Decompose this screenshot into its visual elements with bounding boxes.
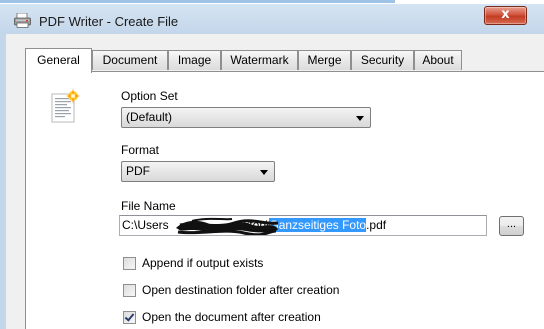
close-button[interactable]: x [484,6,527,25]
format-select[interactable]: PDF [121,161,275,182]
window-title: PDF Writer - Create File [39,14,179,29]
tab-document[interactable]: Document [92,50,168,70]
close-icon: x [501,7,510,22]
tab-about[interactable]: About [414,50,462,70]
general-tab-panel: Option Set (Default) Format PDF File Nam… [25,71,544,329]
open-document-checkbox[interactable] [123,311,136,324]
file-name-selection: Ganzseitiges Foto [269,218,367,232]
chevron-down-icon [260,170,268,175]
tab-watermark[interactable]: Watermark [221,50,298,70]
tab-security[interactable]: Security [351,50,414,70]
file-name-suffix: .pdf [366,218,387,232]
open-folder-checkbox[interactable] [123,284,136,297]
pdf-writer-window: PDF Writer - Create File x General Docum… [0,0,544,329]
redaction-scribble [176,217,279,235]
format-value: PDF [126,164,150,178]
file-name-label: File Name [121,199,176,213]
title-bar[interactable]: PDF Writer - Create File x [0,4,544,34]
append-checkbox[interactable] [123,257,136,270]
tab-merge[interactable]: Merge [298,50,351,70]
browse-button[interactable]: ... [499,216,524,236]
option-set-label: Option Set [121,89,178,103]
dialog-client-area: General Document Image Watermark Merge S… [6,34,544,329]
open-folder-label[interactable]: Open destination folder after creation [142,283,339,297]
option-set-value: (Default) [126,110,173,124]
file-name-prefix: C:\Users [122,218,169,232]
format-label: Format [121,143,160,157]
pdf-writer-app-icon [14,13,31,28]
open-document-label[interactable]: Open the document after creation [142,310,321,324]
chevron-down-icon [356,116,364,121]
file-name-input[interactable]: C:\Usersesktop\Ganzseitiges Foto.pdf [119,215,487,236]
option-set-select[interactable]: (Default) [121,107,371,128]
append-label[interactable]: Append if output exists [142,256,263,270]
tab-general[interactable]: General [25,48,92,73]
document-sparkle-icon [51,88,80,123]
tab-image[interactable]: Image [168,50,221,70]
